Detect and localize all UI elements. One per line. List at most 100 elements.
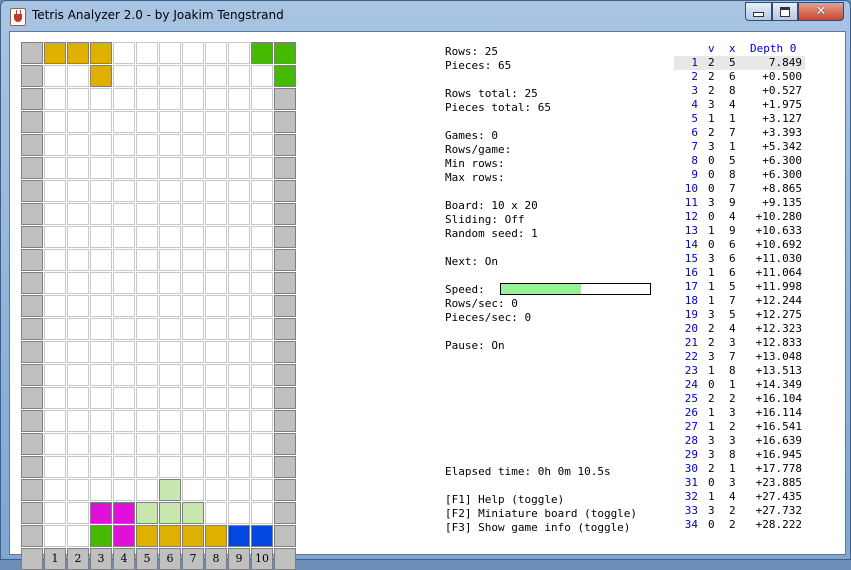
move-row[interactable]: 9 0 8 +6.300 (674, 168, 805, 182)
column-number: 4 (113, 548, 135, 570)
board-empty-cell (182, 387, 204, 409)
move-row[interactable]: 13 1 9 +10.633 (674, 224, 805, 238)
move-row[interactable]: 2 2 6 +0.500 (674, 70, 805, 84)
move-row[interactable]: 1 2 5 7.849 (674, 56, 805, 70)
close-icon: ✕ (815, 4, 827, 19)
next-status: Next: On (445, 255, 498, 268)
move-row[interactable]: 5 1 1 +3.127 (674, 112, 805, 126)
minimize-button[interactable] (745, 2, 772, 21)
move-row[interactable]: 17 1 5 +11.998 (674, 280, 805, 294)
move-row[interactable]: 4 3 4 +1.975 (674, 98, 805, 112)
java-cup-icon (10, 8, 26, 26)
move-row[interactable]: 20 2 4 +12.323 (674, 322, 805, 336)
move-index: 7 (691, 140, 698, 153)
move-x: 8 (729, 448, 736, 461)
move-x: 6 (729, 238, 736, 251)
title-bar[interactable]: Tetris Analyzer 2.0 - by Joakim Tengstra… (1, 1, 850, 31)
move-v: 1 (708, 294, 715, 307)
wall-cell (274, 249, 296, 271)
move-row[interactable]: 27 1 2 +16.541 (674, 420, 805, 434)
wall-cell (274, 157, 296, 179)
wall-cell (21, 134, 43, 156)
pieces-total: Pieces total: 65 (445, 101, 551, 114)
move-row[interactable]: 18 1 7 +12.244 (674, 294, 805, 308)
board-empty-cell (67, 180, 89, 202)
move-depth-score: +23.885 (755, 476, 802, 489)
move-row[interactable]: 7 3 1 +5.342 (674, 140, 805, 154)
board-empty-cell (90, 88, 112, 110)
board-empty-cell (251, 272, 273, 294)
move-v: 1 (708, 280, 715, 293)
move-row[interactable]: 23 1 8 +13.513 (674, 364, 805, 378)
move-row[interactable]: 31 0 3 +23.885 (674, 476, 805, 490)
maximize-button[interactable] (772, 2, 798, 21)
move-row[interactable]: 29 3 8 +16.945 (674, 448, 805, 462)
block-cell (182, 525, 204, 547)
move-row[interactable]: 14 0 6 +10.692 (674, 238, 805, 252)
move-row[interactable]: 10 0 7 +8.865 (674, 182, 805, 196)
rows-count: Rows: 25 (445, 45, 498, 58)
board-empty-cell (90, 111, 112, 133)
board-empty-cell (113, 180, 135, 202)
board-empty-cell (251, 226, 273, 248)
board-empty-cell (113, 249, 135, 271)
move-row[interactable]: 25 2 2 +16.104 (674, 392, 805, 406)
game-board[interactable]: 1 2 3 4 5 6 7 8 9 10 (21, 42, 435, 570)
move-row[interactable]: 22 3 7 +13.048 (674, 350, 805, 364)
column-number: 8 (205, 548, 227, 570)
move-row[interactable]: 8 0 5 +6.300 (674, 154, 805, 168)
preview-empty-cell (113, 65, 135, 87)
move-row[interactable]: 26 1 3 +16.114 (674, 406, 805, 420)
wall-cell (274, 295, 296, 317)
board-empty-cell (182, 410, 204, 432)
board-empty-cell (182, 157, 204, 179)
move-row[interactable]: 34 0 2 +28.222 (674, 518, 805, 532)
board-empty-cell (136, 318, 158, 340)
move-depth-score: +16.541 (755, 420, 802, 433)
move-row[interactable]: 15 3 6 +11.030 (674, 252, 805, 266)
preview-cell (44, 42, 66, 64)
board-empty-cell (67, 456, 89, 478)
wall-cell (274, 341, 296, 363)
move-row[interactable]: 33 3 2 +27.732 (674, 504, 805, 518)
board-empty-cell (228, 88, 250, 110)
board-empty-cell (159, 433, 181, 455)
move-v: 0 (708, 168, 715, 181)
move-index: 29 (684, 448, 698, 461)
close-button[interactable]: ✕ (798, 2, 844, 21)
move-v: 3 (708, 448, 715, 461)
move-row[interactable]: 28 3 3 +16.639 (674, 434, 805, 448)
move-v: 2 (708, 70, 715, 83)
move-row[interactable]: 6 2 7 +3.393 (674, 126, 805, 140)
move-row[interactable]: 12 0 4 +10.280 (674, 210, 805, 224)
move-row[interactable]: 24 0 1 +14.349 (674, 378, 805, 392)
board-empty-cell (136, 364, 158, 386)
board-empty-cell (90, 134, 112, 156)
move-row[interactable]: 16 1 6 +11.064 (674, 266, 805, 280)
move-v: 0 (708, 182, 715, 195)
preview-empty-cell (44, 65, 66, 87)
board-empty-cell (228, 479, 250, 501)
board-empty-cell (90, 364, 112, 386)
move-row[interactable]: 11 3 9 +9.135 (674, 196, 805, 210)
move-x: 1 (729, 140, 736, 153)
move-x: 8 (729, 168, 736, 181)
board-empty-cell (251, 341, 273, 363)
board-empty-cell (90, 180, 112, 202)
wall-cell (274, 364, 296, 386)
move-row[interactable]: 19 3 5 +12.275 (674, 308, 805, 322)
column-number: 6 (159, 548, 181, 570)
board-empty-cell (90, 318, 112, 340)
board-empty-cell (90, 226, 112, 248)
board-empty-cell (44, 295, 66, 317)
move-index: 32 (684, 490, 698, 503)
move-row[interactable]: 21 2 3 +12.833 (674, 336, 805, 350)
preview-empty-cell (182, 42, 204, 64)
move-row[interactable]: 3 2 8 +0.527 (674, 84, 805, 98)
move-row[interactable]: 32 1 4 +27.435 (674, 490, 805, 504)
move-row[interactable]: 30 2 1 +17.778 (674, 462, 805, 476)
block-cell (113, 502, 135, 524)
preview-empty-cell (159, 65, 181, 87)
move-depth-score: +5.342 (762, 140, 802, 153)
board-empty-cell (159, 341, 181, 363)
